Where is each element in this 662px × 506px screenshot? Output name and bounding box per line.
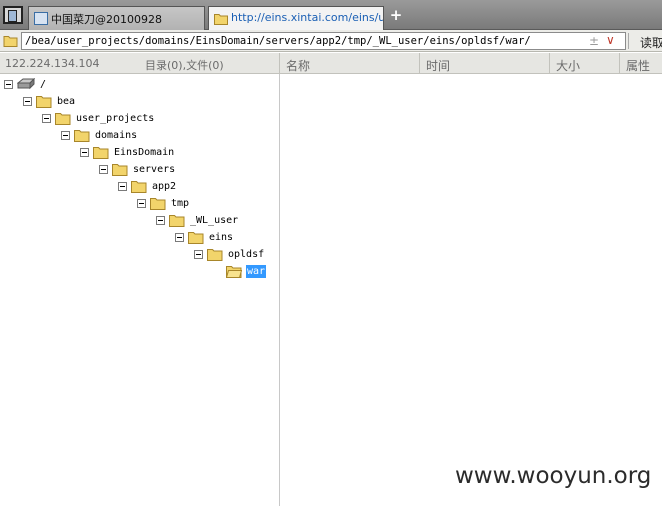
- column-header-size[interactable]: 大小: [549, 53, 619, 73]
- folder-icon: [93, 146, 109, 159]
- directory-tree[interactable]: / bea user_projectsdomains EinsDomain server…: [0, 74, 279, 506]
- folder-icon: [150, 197, 166, 210]
- column-header-name[interactable]: 名称: [279, 53, 419, 73]
- app-window-icon[interactable]: [3, 6, 23, 24]
- tree-node[interactable]: servers: [99, 161, 176, 177]
- column-header-attr[interactable]: 属性: [619, 53, 662, 73]
- tree-node-label[interactable]: _WL_user: [189, 214, 239, 227]
- tab-strip: 中国菜刀@20100928 http://eins.xintai.com/ein…: [0, 0, 662, 30]
- collapse-toggle-icon[interactable]: [4, 79, 13, 89]
- collapse-toggle-icon[interactable]: [42, 113, 51, 123]
- tree-node-label[interactable]: domains: [94, 129, 138, 142]
- tree-node-label[interactable]: eins: [208, 231, 234, 244]
- drive-icon: [17, 78, 35, 90]
- tree-node[interactable]: tmp: [137, 195, 190, 211]
- column-header-time[interactable]: 时间: [419, 53, 549, 73]
- watermark: www.wooyun.org: [455, 463, 652, 489]
- collapse-toggle-icon[interactable]: [194, 249, 203, 259]
- tab-label: 中国菜刀@20100928: [51, 13, 162, 26]
- collapse-toggle-icon[interactable]: [156, 215, 165, 225]
- tab-url[interactable]: http://eins.xintai.com/eins/up...: [208, 6, 384, 30]
- tree-node-label[interactable]: servers: [132, 163, 176, 176]
- collapse-toggle-icon[interactable]: [80, 147, 89, 157]
- go-icon[interactable]: ±: [589, 34, 599, 48]
- tree-node-label[interactable]: bea: [56, 95, 76, 108]
- tree-node[interactable]: eins: [175, 229, 234, 245]
- chevron-down-icon[interactable]: ∨: [606, 33, 615, 47]
- path-input[interactable]: [21, 32, 626, 50]
- folder-icon: [188, 231, 204, 244]
- tree-node[interactable]: war: [213, 263, 267, 279]
- page-icon: [34, 12, 48, 25]
- collapse-toggle-icon[interactable]: [99, 164, 108, 174]
- tree-node[interactable]: app2: [118, 178, 177, 194]
- tree-node-label[interactable]: tmp: [170, 197, 190, 210]
- tree-node-label[interactable]: /: [39, 78, 47, 91]
- address-bar: ± ∨ 读取: [0, 30, 662, 52]
- tab-caidao[interactable]: 中国菜刀@20100928: [28, 6, 205, 30]
- tree-node[interactable]: bea: [23, 93, 76, 109]
- tree-node[interactable]: _WL_user: [156, 212, 239, 228]
- new-tab-button[interactable]: +: [389, 8, 403, 23]
- tree-node-label[interactable]: app2: [151, 180, 177, 193]
- tree-node-label[interactable]: opldsf: [227, 248, 265, 261]
- status-header-row: 122.224.134.104 目录(0),文件(0) 名称 时间 大小 属性: [0, 53, 662, 74]
- tree-node-label[interactable]: user_projects: [75, 112, 155, 125]
- folder-icon: [131, 180, 147, 193]
- host-ip: 122.224.134.104: [5, 57, 100, 70]
- tree-node-label[interactable]: war: [246, 264, 267, 278]
- collapse-toggle-icon[interactable]: [175, 232, 184, 242]
- tree-node[interactable]: /: [4, 76, 47, 92]
- tree-node[interactable]: user_projects: [42, 110, 155, 126]
- collapse-toggle-icon[interactable]: [23, 96, 32, 106]
- item-counts: 目录(0),文件(0): [145, 59, 224, 72]
- tree-node[interactable]: domains: [61, 127, 138, 143]
- divider: [628, 33, 629, 49]
- collapse-toggle-icon[interactable]: [137, 198, 146, 208]
- file-list[interactable]: [280, 74, 662, 506]
- folder-icon: [55, 112, 71, 125]
- collapse-toggle-icon[interactable]: [61, 130, 70, 140]
- folder-icon: [36, 95, 52, 108]
- folder-icon: [207, 248, 223, 261]
- folder-icon: [3, 36, 18, 47]
- tab-label: http://eins.xintai.com/eins/up...: [231, 11, 383, 24]
- folder-open-icon: [226, 265, 242, 278]
- folder-icon: [214, 14, 228, 25]
- read-button[interactable]: 读取: [640, 34, 662, 51]
- folder-icon: [169, 214, 185, 227]
- folder-icon: [112, 163, 128, 176]
- collapse-toggle-icon[interactable]: [118, 181, 127, 191]
- tree-node-label[interactable]: EinsDomain: [113, 146, 175, 159]
- folder-icon: [74, 129, 90, 142]
- tree-node[interactable]: EinsDomain: [80, 144, 175, 160]
- tree-node[interactable]: opldsf: [194, 246, 265, 262]
